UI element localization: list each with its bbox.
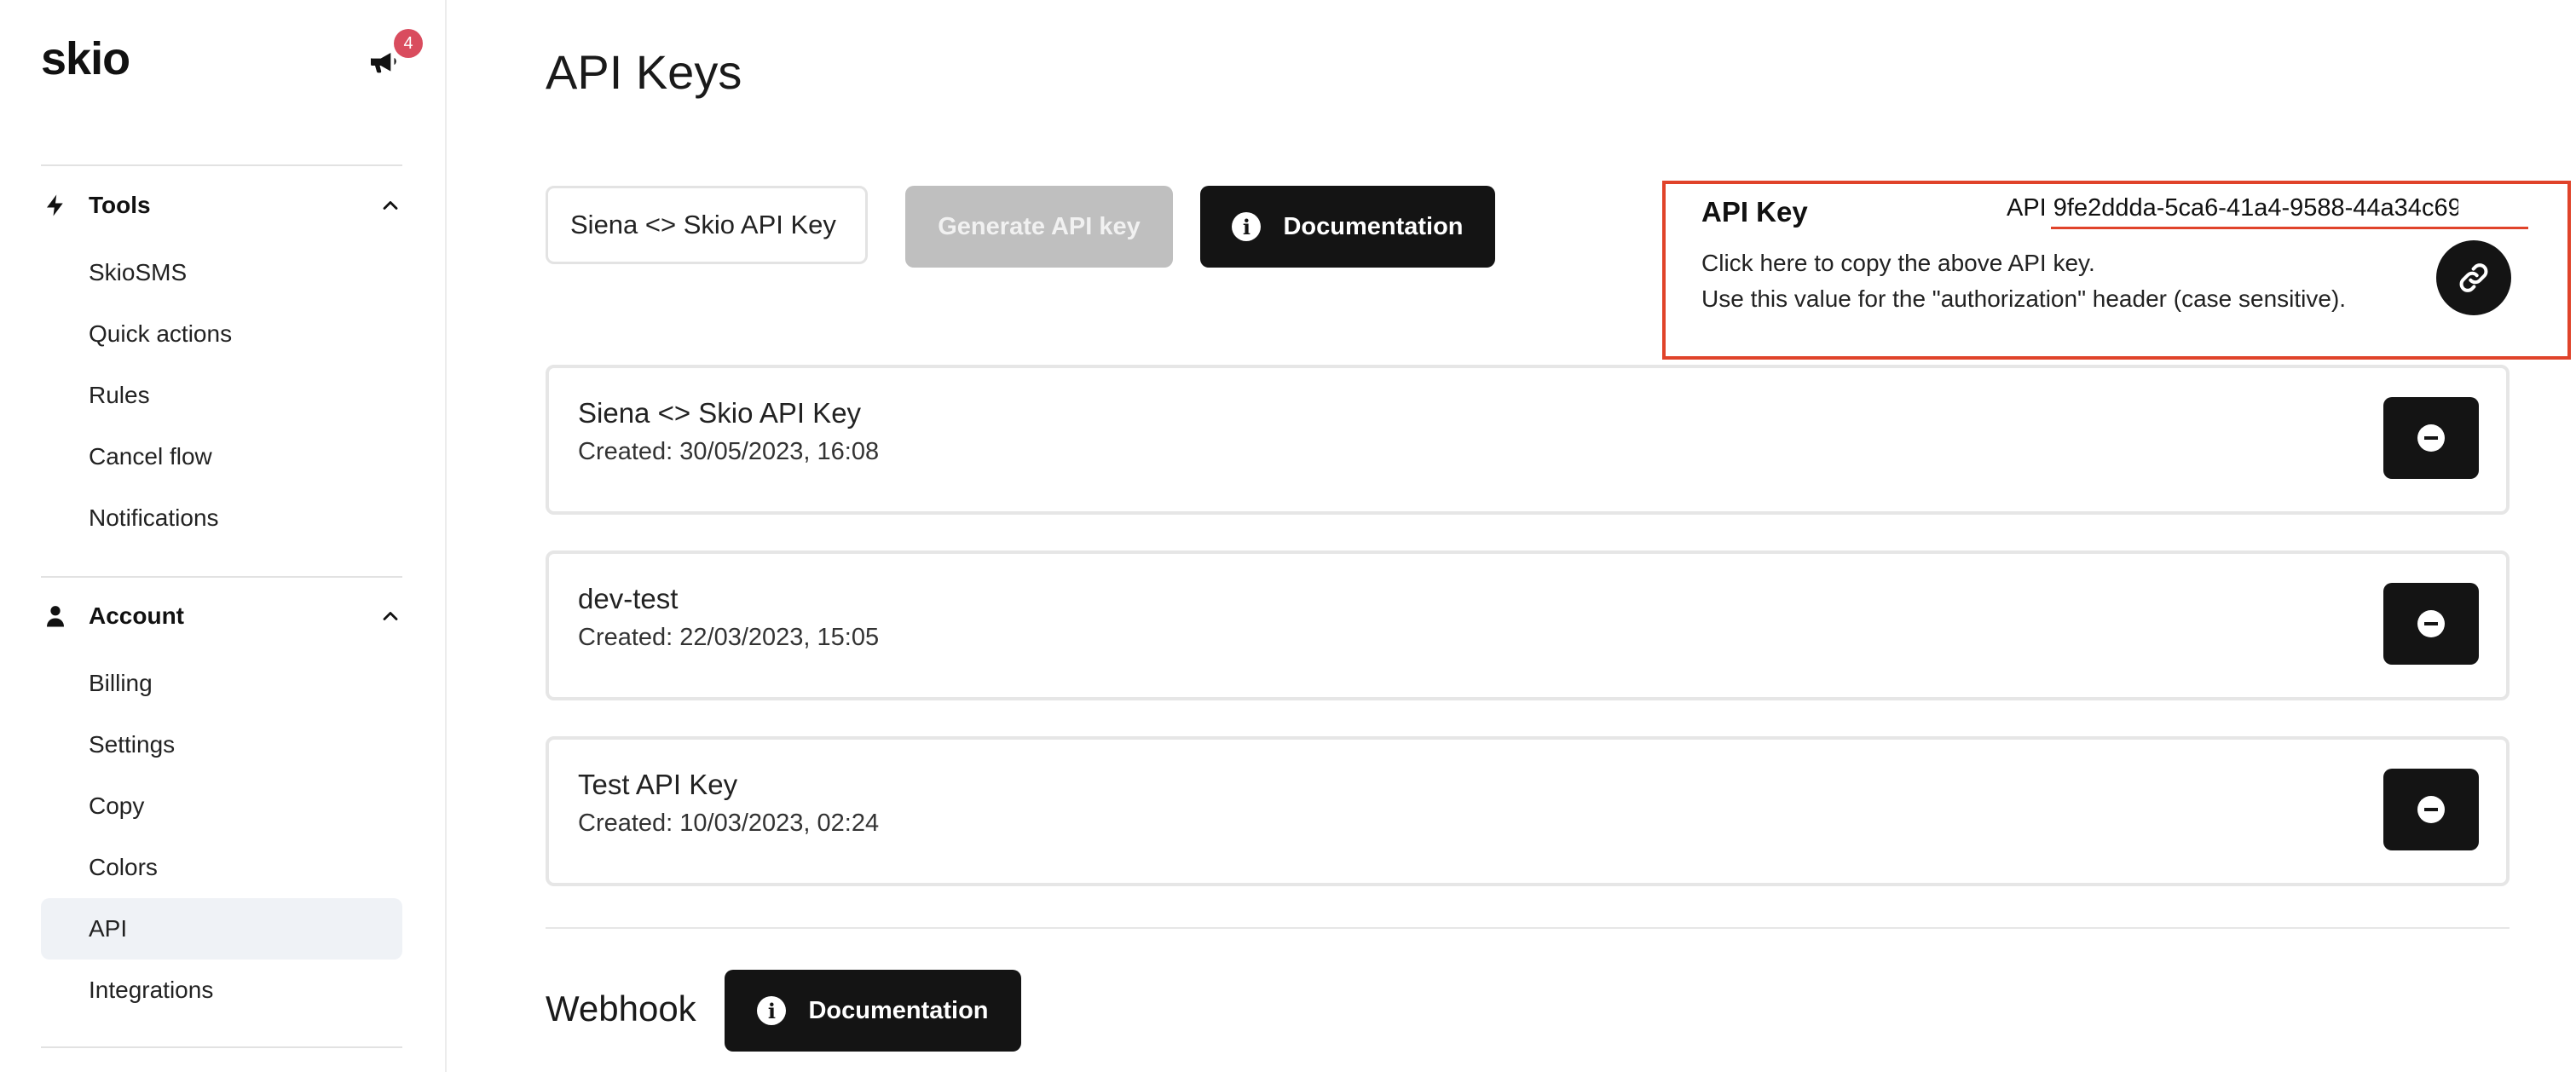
section-divider	[546, 927, 2510, 929]
sidebar-section-label: Tools	[89, 192, 151, 218]
sidebar: skio 4 Tools SkioSMS Quick actions Rules…	[0, 0, 447, 1072]
sidebar-item-rules[interactable]: Rules	[41, 365, 402, 426]
api-key-name: Siena <> Skio API Key	[578, 397, 862, 429]
delete-api-key-button[interactable]	[2383, 583, 2479, 665]
sidebar-item-copy[interactable]: Copy	[41, 775, 402, 837]
minus-circle-icon	[2417, 796, 2445, 823]
api-key-name-input[interactable]	[546, 186, 868, 264]
api-key-instructions: Click here to copy the above API key. Us…	[1701, 245, 2346, 317]
sidebar-divider	[41, 164, 402, 166]
api-key-card: Test API Key Created: 10/03/2023, 02:24	[546, 736, 2510, 886]
skio-logo[interactable]: skio	[41, 32, 130, 85]
documentation-button[interactable]: i Documentation	[1200, 186, 1495, 268]
webhook-documentation-button[interactable]: i Documentation	[725, 970, 1021, 1052]
sidebar-item-label: Billing	[89, 670, 153, 696]
minus-circle-icon	[2417, 424, 2445, 452]
api-key-value[interactable]: API 9fe2ddda-5ca6-41a4-9588-44a34c69	[2007, 194, 2458, 222]
sidebar-divider	[41, 576, 402, 578]
header-instruction-line: Use this value for the "authorization" h…	[1701, 285, 2347, 312]
lightning-icon	[41, 191, 70, 220]
copy-api-key-button[interactable]	[2436, 240, 2511, 315]
sidebar-item-cancel-flow[interactable]: Cancel flow	[41, 426, 402, 487]
sidebar-item-label: Rules	[89, 382, 150, 408]
sidebar-section-tools[interactable]: Tools	[41, 184, 402, 227]
sidebar-item-label: Colors	[89, 854, 158, 880]
documentation-label: Documentation	[1283, 212, 1464, 240]
sidebar-item-api[interactable]: API	[41, 898, 402, 960]
sidebar-item-notifications[interactable]: Notifications	[41, 487, 402, 549]
sidebar-item-label: Notifications	[89, 504, 219, 531]
api-key-name: Test API Key	[578, 769, 738, 800]
api-key-created: Created: 10/03/2023, 02:24	[578, 810, 880, 837]
page-title: API Keys	[546, 45, 742, 99]
sidebar-item-label: API	[89, 915, 128, 942]
sidebar-item-label: Quick actions	[89, 320, 233, 347]
sidebar-item-label: Settings	[89, 731, 176, 758]
sidebar-item-settings[interactable]: Settings	[41, 714, 402, 775]
api-key-panel: API Key API 9fe2ddda-5ca6-41a4-9588-44a3…	[1662, 181, 2571, 360]
info-icon: i	[757, 996, 787, 1025]
sidebar-item-label: Cancel flow	[89, 443, 212, 470]
delete-api-key-button[interactable]	[2383, 397, 2479, 479]
link-icon	[2459, 263, 2488, 292]
user-icon	[41, 602, 70, 631]
api-key-created: Created: 22/03/2023, 15:05	[578, 624, 880, 651]
sidebar-item-label: Integrations	[89, 977, 214, 1003]
api-key-created: Created: 30/05/2023, 16:08	[578, 438, 880, 465]
api-key-card: dev-test Created: 22/03/2023, 15:05	[546, 550, 2510, 700]
sidebar-item-label: SkioSMS	[89, 259, 188, 285]
chevron-up-icon[interactable]	[378, 604, 402, 628]
api-key-label: API Key	[1701, 196, 1808, 228]
info-icon: i	[1232, 212, 1262, 241]
redaction-line	[2051, 227, 2528, 229]
sidebar-item-billing[interactable]: Billing	[41, 653, 402, 714]
api-key-card: Siena <> Skio API Key Created: 30/05/202…	[546, 365, 2510, 515]
api-key-name: dev-test	[578, 583, 679, 614]
sidebar-section-label: Account	[89, 602, 184, 629]
sidebar-item-colors[interactable]: Colors	[41, 837, 402, 898]
sidebar-item-integrations[interactable]: Integrations	[41, 960, 402, 1021]
minus-circle-icon	[2417, 610, 2445, 637]
sidebar-divider	[41, 1046, 402, 1048]
copy-instruction-line: Click here to copy the above API key.	[1701, 250, 2095, 276]
sidebar-section-account[interactable]: Account	[41, 595, 402, 637]
webhook-title: Webhook	[546, 988, 696, 1029]
delete-api-key-button[interactable]	[2383, 769, 2479, 850]
chevron-up-icon[interactable]	[378, 193, 402, 217]
sidebar-item-label: Copy	[89, 792, 145, 819]
notification-count-badge: 4	[394, 29, 423, 58]
generate-api-key-button[interactable]: Generate API key	[905, 186, 1173, 268]
sidebar-item-skiosms[interactable]: SkioSMS	[41, 242, 402, 303]
documentation-label: Documentation	[808, 996, 989, 1024]
sidebar-item-quick-actions[interactable]: Quick actions	[41, 303, 402, 365]
